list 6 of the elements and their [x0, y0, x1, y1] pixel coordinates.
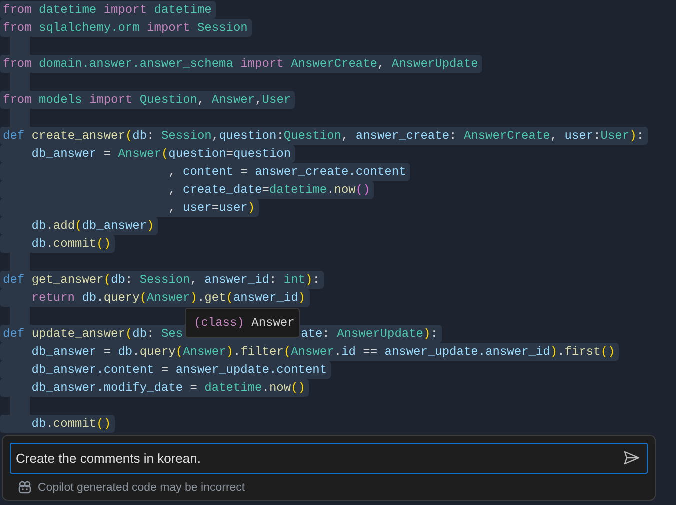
send-icon [624, 451, 640, 465]
disclaimer-text: Copilot generated code may be incorrect [38, 482, 246, 494]
robot-icon [18, 481, 32, 494]
hover-tooltip: (class) Answer [185, 308, 300, 338]
chat-input[interactable]: Create the comments in korean. [10, 443, 648, 474]
send-button[interactable] [622, 449, 642, 467]
